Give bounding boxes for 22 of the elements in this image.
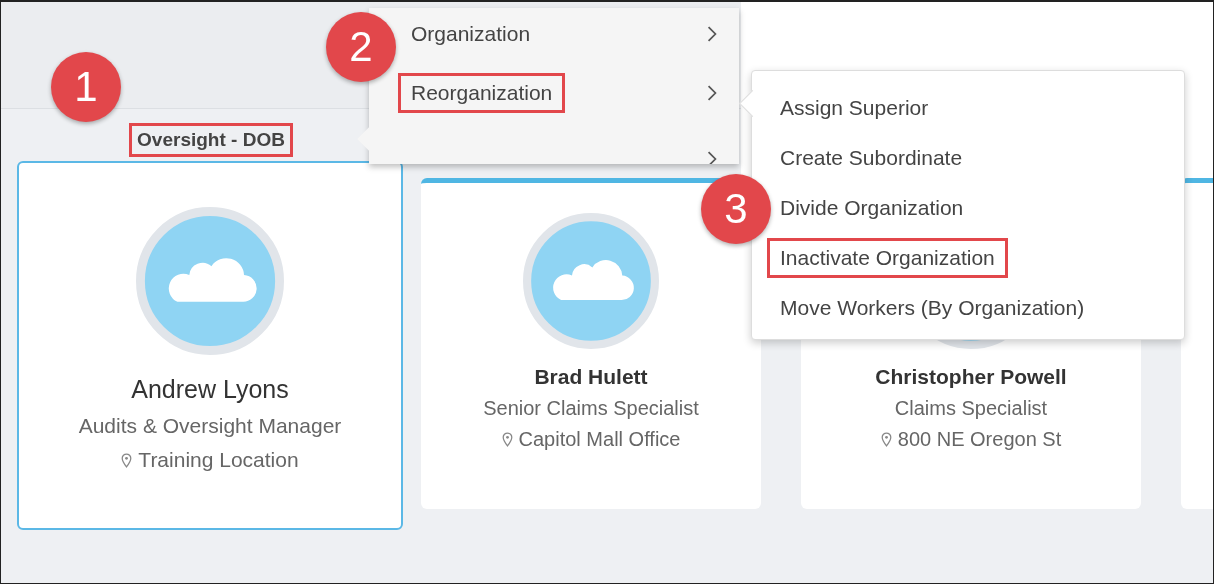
job-title: Audits & Oversight Manager (78, 414, 342, 438)
menu-item[interactable]: Reorganization (398, 60, 739, 126)
avatar-icon (523, 213, 659, 349)
job-title: Claims Specialist (894, 397, 1048, 420)
worker-card[interactable]: Andrew Lyons Audits & Oversight Manager Training Location (17, 161, 403, 530)
location-text: Training Location (138, 448, 299, 472)
chevron-icon (707, 151, 717, 164)
location-text: Capitol Mall Office (518, 428, 681, 451)
menu-item[interactable]: Organization (398, 8, 739, 60)
chevron-icon (707, 26, 717, 42)
location-pin-icon (121, 452, 133, 468)
worker-name: Brad Hulett (534, 365, 648, 389)
location-pin-icon (880, 432, 892, 447)
organization-name: Oversight - DOB (129, 123, 293, 157)
avatar-icon (136, 207, 284, 355)
location-text: 800 NE Oregon St (897, 428, 1062, 451)
worker-name: Andrew Lyons (131, 375, 289, 404)
job-title: Senior Claims Specialist (483, 397, 699, 420)
location-pin-icon (501, 432, 513, 447)
menu-item[interactable]: Assign Superior (767, 83, 1184, 133)
chevron-icon (707, 85, 717, 101)
worker-name: Christopher Powell (875, 365, 1067, 389)
